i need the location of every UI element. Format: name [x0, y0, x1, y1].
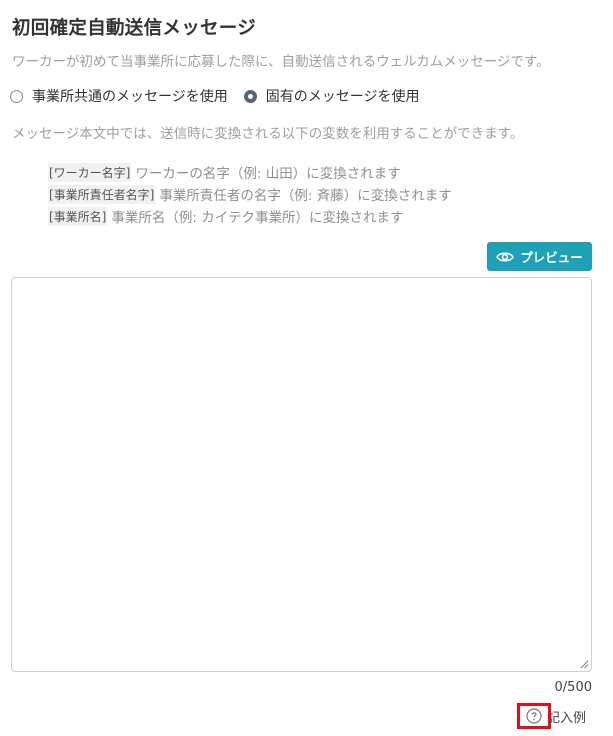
radio-common-message-label[interactable]: 事業所共通のメッセージを使用 — [32, 86, 228, 106]
message-type-radio-group: 事業所共通のメッセージを使用 固有のメッセージを使用 — [10, 86, 435, 106]
message-body-textarea[interactable] — [11, 277, 592, 672]
radio-custom-message[interactable]: 固有のメッセージを使用 — [243, 86, 420, 106]
radio-custom-message-label[interactable]: 固有のメッセージを使用 — [266, 86, 420, 106]
variable-tag: [ワーカー名字] — [48, 162, 132, 182]
question-circle-icon[interactable] — [526, 708, 542, 724]
example-link-label[interactable]: 記入例 — [547, 707, 586, 726]
radio-common-message[interactable]: 事業所共通のメッセージを使用 — [10, 86, 228, 106]
variable-description: ワーカーの名字（例: 山田）に変換されます — [135, 166, 401, 182]
example-icon-highlight[interactable] — [517, 703, 551, 729]
variable-item-worker-name: [ワーカー名字] ワーカーの名字（例: 山田）に変換されます — [48, 161, 452, 183]
variable-item-manager-name: [事業所責任者名字] 事業所責任者の名字（例: 斉藤）に変換されます — [48, 183, 452, 205]
variable-description: 事業所責任者の名字（例: 斉藤）に変換されます — [159, 188, 452, 204]
character-counter: 0/500 — [554, 680, 592, 695]
page-description: ワーカーが初めて当事業所に応募した際に、自動送信されるウェルカムメッセージです。 — [12, 54, 550, 70]
preview-button[interactable]: プレビュー — [487, 242, 592, 271]
eye-icon — [496, 251, 515, 262]
radio-common-message-circle[interactable] — [10, 89, 23, 103]
variable-description: 事業所名（例: カイテク事業所）に変換されます — [111, 210, 404, 226]
radio-custom-message-circle[interactable] — [243, 89, 257, 103]
variable-item-office-name: [事業所名] 事業所名（例: カイテク事業所）に変換されます — [48, 205, 452, 227]
variable-list: [ワーカー名字] ワーカーの名字（例: 山田）に変換されます [事業所責任者名字… — [48, 161, 452, 227]
page-title: 初回確定自動送信メッセージ — [12, 18, 257, 39]
preview-button-label[interactable]: プレビュー — [520, 247, 583, 266]
example-link[interactable]: 記入例 — [517, 703, 586, 729]
resize-handle-icon[interactable] — [580, 660, 589, 669]
variable-tag: [事業所責任者名字] — [48, 184, 156, 204]
variable-tag: [事業所名] — [48, 206, 108, 226]
variables-intro: メッセージ本文中では、送信時に変換される以下の変数を利用することができます。 — [12, 126, 524, 142]
